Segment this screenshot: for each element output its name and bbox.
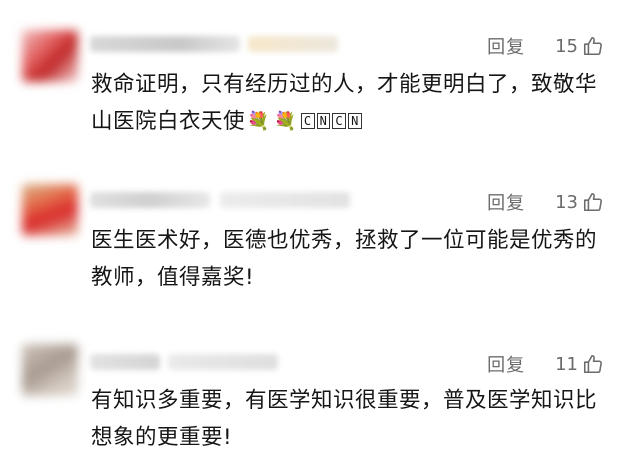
letter-badge: C	[300, 113, 315, 129]
comment-actions: 回复 13	[487, 190, 604, 214]
letter-badge: C	[332, 113, 347, 129]
thumbs-up-icon[interactable]	[582, 353, 604, 375]
comment-text: 医生医术好，医德也优秀，拯救了一位可能是优秀的教师，值得嘉奖!	[91, 222, 606, 296]
thumbs-up-icon[interactable]	[582, 191, 604, 213]
avatar[interactable]	[22, 184, 78, 236]
like-count: 13	[555, 191, 578, 213]
comment-item: 回复 15 救命证明，只有经历过的人，才能更明白了，致敬华山医院白衣天使 💐 💐 C N…	[0, 28, 630, 158]
comment-text: 救命证明，只有经历过的人，才能更明白了，致敬华山医院白衣天使 💐 💐 C N C N	[91, 66, 606, 140]
username-blurred[interactable]	[90, 192, 210, 208]
comment-item: 回复 11 有知识多重要，有医学知识很重要，普及医学知识比想象的更重要!	[0, 344, 630, 473]
user-badge-blurred	[248, 36, 338, 52]
user-badge-blurred	[168, 354, 278, 370]
letter-badge: N	[316, 113, 331, 129]
flower-bouquet-icon: 💐	[247, 111, 270, 132]
reply-button[interactable]: 回复	[487, 189, 525, 215]
like-count: 11	[555, 353, 578, 375]
username-blurred[interactable]	[90, 36, 240, 52]
reply-button[interactable]: 回复	[487, 351, 525, 377]
comment-actions: 回复 15	[487, 34, 604, 58]
thumbs-up-icon[interactable]	[582, 35, 604, 57]
reply-button[interactable]: 回复	[487, 33, 525, 59]
comment-body: 医生医术好，医德也优秀，拯救了一位可能是优秀的教师，值得嘉奖!	[91, 228, 598, 290]
like-count: 15	[555, 35, 578, 57]
comment-body: 有知识多重要，有医学知识很重要，普及医学知识比想象的更重要!	[91, 388, 598, 450]
avatar[interactable]	[22, 344, 78, 396]
flower-bouquet-icon: 💐	[273, 111, 297, 132]
comment-item: 回复 13 医生医术好，医德也优秀，拯救了一位可能是优秀的教师，值得嘉奖!	[0, 184, 630, 314]
comment-actions: 回复 11	[487, 352, 604, 376]
avatar[interactable]	[22, 30, 78, 82]
letter-badge: N	[348, 113, 362, 129]
user-badge-blurred	[220, 192, 350, 208]
comment-text: 有知识多重要，有医学知识很重要，普及医学知识比想象的更重要!	[91, 382, 606, 456]
username-blurred[interactable]	[90, 354, 160, 370]
